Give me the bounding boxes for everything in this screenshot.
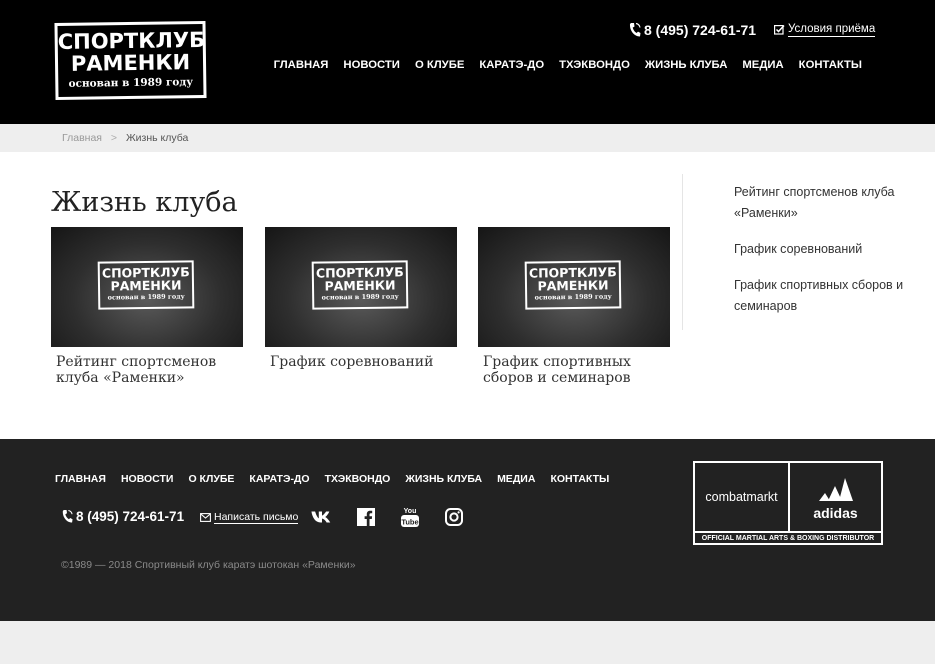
logo-line-2: РАМЕНКИ (70, 50, 191, 76)
footer-nav-contacts[interactable]: Контакты (550, 473, 609, 485)
distributor-label: OFFICIAL MARTIAL ARTS & BOXING DISTRIBUT… (695, 531, 881, 543)
phone-icon (629, 22, 641, 37)
nav-item-home[interactable]: Главная (274, 59, 329, 71)
footer-nav-karate[interactable]: Каратэ-до (249, 473, 309, 485)
breadcrumb-separator: > (110, 132, 118, 144)
sidebar-link-camps[interactable]: График спортивных сборов и семинаров (734, 275, 904, 317)
svg-text:Tube: Tube (401, 518, 418, 527)
adidas-logo: adidas (790, 463, 881, 531)
footer-nav-taekwondo[interactable]: Тхэквондо (325, 473, 391, 485)
combatmarkt-logo: combatmarkt (695, 463, 790, 531)
social-links: You Tube (311, 507, 465, 527)
card-logo-line-2: РАМЕНКИ (110, 277, 182, 294)
breadcrumb-current: Жизнь клуба (125, 132, 189, 144)
footer-nav-about[interactable]: О клубе (188, 473, 234, 485)
write-letter-link[interactable]: Написать письмо (200, 511, 299, 524)
footer-phone-number: 8 (495) 724-61-71 (76, 509, 185, 524)
adidas-label: adidas (813, 505, 858, 521)
card-camps[interactable]: СПОРТКЛУБ РАМЕНКИ основан в 1989 году Гр… (478, 227, 670, 386)
terms-link-label: Условия приёма (788, 23, 876, 37)
card-rating[interactable]: СПОРТКЛУБ РАМЕНКИ основан в 1989 году Ре… (51, 227, 243, 386)
footer-nav-media[interactable]: Медиа (497, 473, 535, 485)
vk-icon[interactable] (311, 507, 333, 527)
card-title: График соревнований (270, 354, 434, 370)
nav-item-media[interactable]: Медиа (742, 59, 783, 71)
sidebar-divider (682, 174, 683, 330)
facebook-icon[interactable] (355, 507, 377, 527)
card-image: СПОРТКЛУБ РАМЕНКИ основан в 1989 году (478, 227, 670, 347)
card-title: График спортивных сборов и семинаров (483, 354, 631, 386)
card-logo: СПОРТКЛУБ РАМЕНКИ основан в 1989 году (97, 260, 195, 310)
adidas-stripes-icon (819, 478, 853, 501)
instagram-icon[interactable] (443, 507, 465, 527)
partner-banner[interactable]: combatmarkt adidas OFFICIAL MARTIAL ARTS… (693, 461, 883, 545)
phone-icon (62, 509, 73, 523)
envelope-icon (200, 513, 211, 522)
combatmarkt-label: combatmarkt (705, 490, 778, 504)
card-logo-line-2: РАМЕНКИ (537, 277, 609, 294)
sidebar-link-rating[interactable]: Рейтинг спортсменов клуба «Раменки» (734, 182, 904, 224)
footer-nav-news[interactable]: Новости (121, 473, 174, 485)
nav-item-about[interactable]: О клубе (415, 59, 464, 71)
card-logo-line-3: основан в 1989 году (534, 292, 612, 302)
footer-nav-club-life[interactable]: Жизнь клуба (405, 473, 482, 485)
main-nav: Главная Новости О клубе Каратэ-до Тхэкво… (274, 59, 862, 71)
card-logo-line-2: РАМЕНКИ (324, 277, 396, 294)
nav-item-news[interactable]: Новости (343, 59, 400, 71)
card-logo-line-3: основан в 1989 году (321, 292, 399, 302)
checkbox-icon (774, 24, 785, 35)
nav-item-karate[interactable]: Каратэ-до (479, 59, 544, 71)
terms-link[interactable]: Условия приёма (774, 22, 876, 37)
header-phone-number: 8 (495) 724-61-71 (644, 22, 757, 38)
sidebar-link-competitions[interactable]: График соревнований (734, 239, 904, 260)
card-title: Рейтинг спортсменов клуба «Раменки» (56, 354, 217, 386)
page-title: Жизнь клуба (51, 187, 238, 218)
card-logo: СПОРТКЛУБ РАМЕНКИ основан в 1989 году (524, 260, 622, 310)
write-letter-label: Написать письмо (214, 511, 299, 524)
site-footer: Главная Новости О клубе Каратэ-до Тхэкво… (0, 439, 935, 621)
nav-item-contacts[interactable]: Контакты (799, 59, 862, 71)
footer-nav: Главная Новости О клубе Каратэ-до Тхэкво… (55, 473, 609, 485)
club-logo[interactable]: СПОРТКЛУБ РАМЕНКИ основан в 1989 году (54, 20, 207, 101)
card-logo: СПОРТКЛУБ РАМЕНКИ основан в 1989 году (311, 260, 409, 310)
youtube-icon[interactable]: You Tube (399, 507, 421, 527)
svg-text:You: You (404, 508, 417, 515)
copyright: ©1989 — 2018 Спортивный клуб каратэ шото… (61, 559, 356, 571)
card-competitions[interactable]: СПОРТКЛУБ РАМЕНКИ основан в 1989 году Гр… (265, 227, 457, 370)
footer-phone[interactable]: 8 (495) 724-61-71 (61, 509, 184, 524)
breadcrumb: Главная > Жизнь клуба (0, 124, 935, 152)
card-image: СПОРТКЛУБ РАМЕНКИ основан в 1989 году (51, 227, 243, 347)
card-image: СПОРТКЛУБ РАМЕНКИ основан в 1989 году (265, 227, 457, 347)
site-header: СПОРТКЛУБ РАМЕНКИ основан в 1989 году 8 … (0, 0, 935, 124)
logo-line-3: основан в 1989 году (68, 76, 194, 90)
sidebar: Рейтинг спортсменов клуба «Раменки» Граф… (734, 182, 904, 332)
main-content: Жизнь клуба СПОРТКЛУБ РАМЕНКИ основан в … (0, 152, 935, 439)
nav-item-club-life[interactable]: Жизнь клуба (645, 59, 728, 71)
card-logo-line-3: основан в 1989 году (107, 292, 185, 302)
breadcrumb-home[interactable]: Главная (62, 132, 102, 144)
nav-item-taekwondo[interactable]: Тхэквондо (559, 59, 630, 71)
header-phone[interactable]: 8 (495) 724-61-71 (628, 21, 756, 39)
footer-nav-home[interactable]: Главная (55, 473, 106, 485)
